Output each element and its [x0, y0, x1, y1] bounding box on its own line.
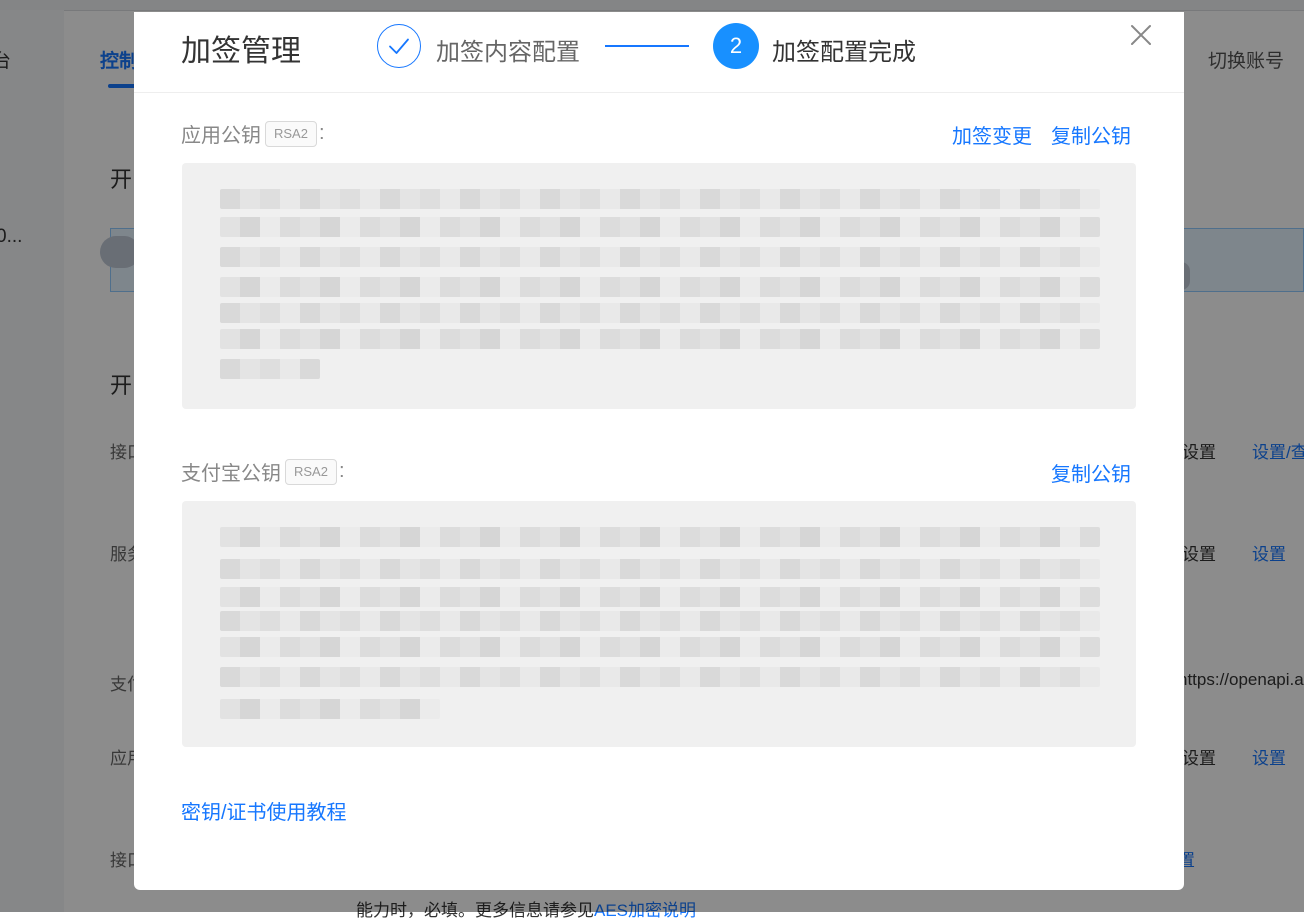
step-connector — [605, 45, 689, 47]
key-redacted-line — [220, 559, 1100, 579]
key-redacted-line — [220, 587, 1100, 607]
modal-header: 加签管理 加签内容配置 2 加签配置完成 — [134, 12, 1184, 93]
key-redacted-line — [220, 699, 440, 719]
alipay-public-key-box[interactable] — [182, 501, 1136, 747]
rsa2-badge: RSA2 — [285, 458, 337, 485]
label-colon: : — [318, 122, 325, 144]
key-redacted-line — [220, 611, 1100, 631]
app-public-key-title: 应用公钥 — [181, 125, 261, 147]
close-icon — [1131, 25, 1151, 45]
key-redacted-line — [220, 303, 1100, 323]
key-redacted-line — [220, 667, 1100, 687]
copy-alipay-public-key-link[interactable]: 复制公钥 — [1051, 458, 1131, 487]
key-certificate-tutorial-link[interactable]: 密钥/证书使用教程 — [181, 796, 347, 825]
key-redacted-line — [220, 247, 1100, 267]
key-redacted-line — [220, 277, 1100, 297]
rsa2-badge: RSA2 — [265, 120, 317, 147]
check-icon — [389, 38, 409, 54]
step-2-indicator: 2 — [713, 23, 759, 69]
key-redacted-line — [220, 217, 1100, 237]
key-redacted-line — [220, 637, 1100, 657]
key-redacted-line — [220, 329, 1100, 349]
step-1-indicator — [377, 24, 421, 68]
copy-app-public-key-link[interactable]: 复制公钥 — [1051, 120, 1131, 149]
step-1-label: 加签内容配置 — [436, 39, 580, 66]
key-redacted-line — [220, 527, 1100, 547]
alipay-public-key-title: 支付宝公钥 — [181, 463, 281, 485]
step-2-label: 加签配置完成 — [772, 39, 916, 66]
sign-management-modal: 加签管理 加签内容配置 2 加签配置完成 应用公钥 RSA2 : 加签变更 复制… — [134, 12, 1184, 890]
key-redacted-line — [220, 359, 320, 379]
app-public-key-label: 应用公钥 RSA2 : — [181, 119, 325, 148]
label-colon: : — [338, 460, 345, 482]
alipay-public-key-label: 支付宝公钥 RSA2 : — [181, 457, 345, 486]
key-redacted-line — [220, 189, 1100, 209]
close-button[interactable] — [1128, 22, 1154, 48]
app-public-key-box[interactable] — [182, 163, 1136, 409]
modal-title: 加签管理 — [181, 35, 301, 68]
change-sign-link[interactable]: 加签变更 — [952, 120, 1032, 149]
